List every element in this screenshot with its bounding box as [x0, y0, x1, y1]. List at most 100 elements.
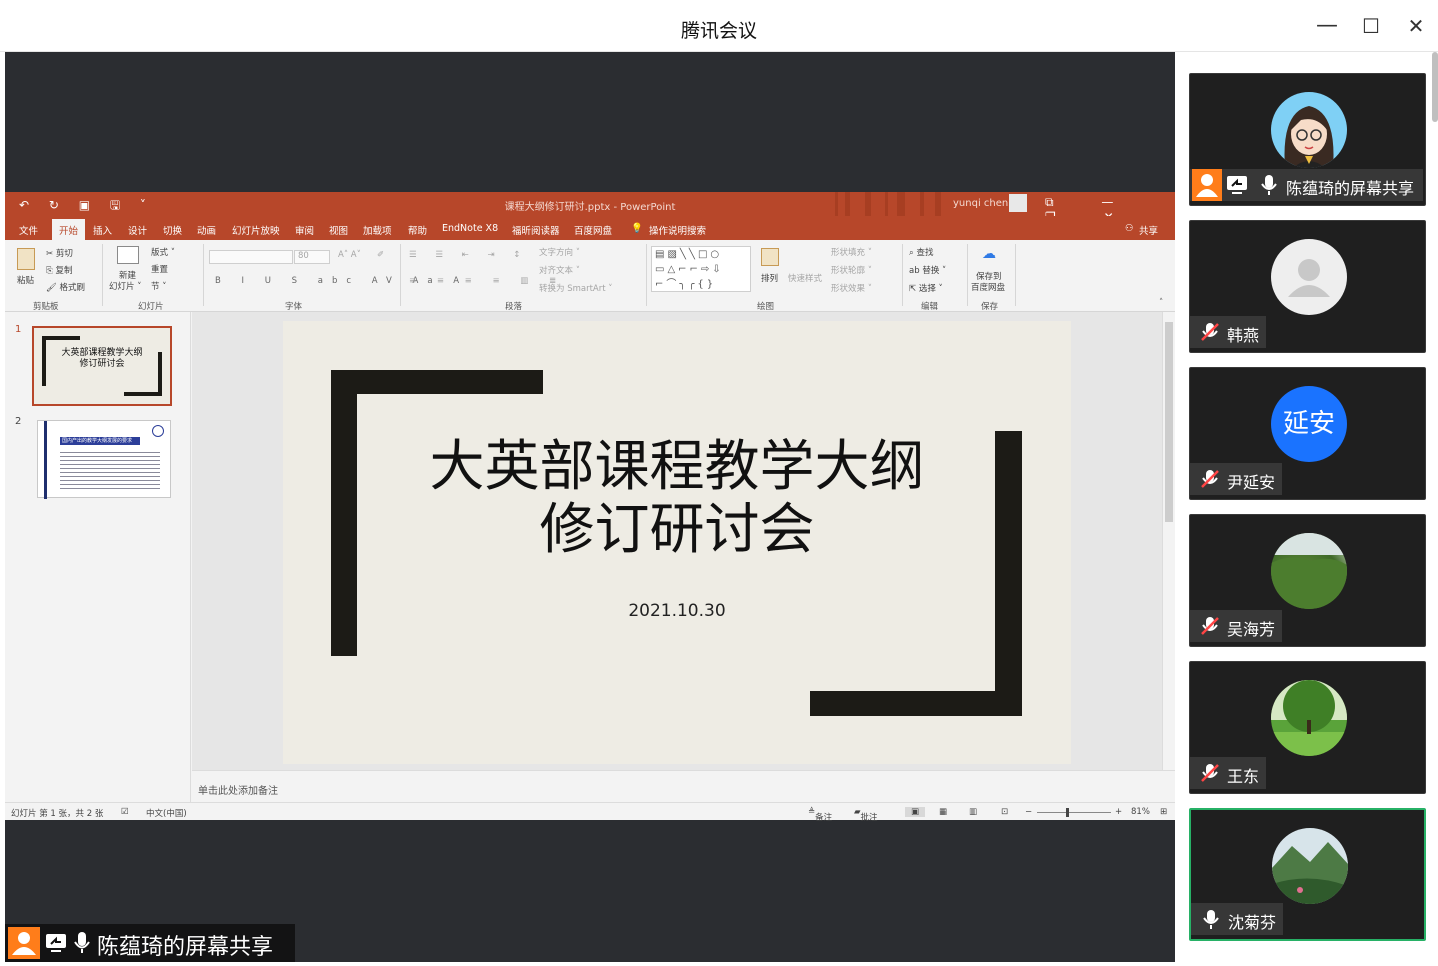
slide-title-line-2: 修订研讨会 [539, 497, 815, 561]
slide-thumbnail-2[interactable]: 国内产出的教学大纲发展的要求 [37, 420, 171, 499]
maximize-button[interactable]: ☐ [1355, 12, 1387, 40]
comments-toggle[interactable]: ▰ 批注 [854, 807, 878, 823]
convert-smartart-button[interactable]: 转换为 SmartArt ˅ [539, 282, 613, 294]
normal-view-icon[interactable]: ▣ [905, 807, 925, 817]
group-slides: 幻灯片 [138, 302, 164, 312]
slide-count-status: 幻灯片 第 1 张，共 2 张 [11, 809, 104, 819]
zoom-level[interactable]: 81% [1131, 807, 1150, 817]
participant-name: 尹延安 [1227, 473, 1276, 492]
language-status[interactable]: 中文(中国) [146, 807, 187, 819]
participant-nameplate: 尹延安 [1190, 463, 1282, 495]
participant-tile[interactable]: 吴海芳 [1189, 514, 1426, 647]
arrange-icon[interactable] [761, 248, 779, 266]
find-button[interactable]: ⌕ 查找 [909, 246, 933, 258]
tab-slideshow[interactable]: 幻灯片放映 [232, 223, 280, 237]
tab-help[interactable]: 帮助 [408, 223, 427, 237]
slideshow-view-icon[interactable]: ⊡ [1001, 807, 1008, 817]
participant-tile[interactable]: 延安 尹延安 [1189, 367, 1426, 500]
collapse-ribbon-icon[interactable]: ˄ [1159, 298, 1163, 308]
notes-pane[interactable]: 单击此处添加备注 [192, 770, 1175, 802]
tab-view[interactable]: 视图 [329, 223, 348, 237]
clear-format-icon[interactable]: ✐ [377, 250, 384, 260]
replace-button[interactable]: ab 替换 ˅ [909, 264, 946, 276]
tab-file[interactable]: 文件 [19, 223, 38, 237]
muted-microphone-icon [1201, 764, 1219, 782]
current-slide[interactable]: 大英部课程教学大纲 修订研讨会 2021.10.30 [283, 321, 1071, 764]
participant-tile[interactable]: 韩燕 [1189, 220, 1426, 353]
tell-me-search[interactable]: 操作说明搜索 [649, 223, 706, 237]
quick-styles-button[interactable]: 快速样式 [788, 272, 822, 284]
tab-review[interactable]: 审阅 [295, 223, 314, 237]
paste-icon[interactable] [17, 248, 35, 270]
thumb2-logo [152, 425, 164, 437]
format-painter-label: 格式刷 [59, 283, 86, 293]
paste-button[interactable]: 粘贴 [17, 274, 34, 286]
font-grow-shrink[interactable]: A˄ A˅ [338, 250, 361, 260]
align-text-button[interactable]: 对齐文本 ˅ [539, 264, 580, 276]
grass-photo-avatar [1271, 533, 1347, 609]
new-slide-icon[interactable] [117, 246, 139, 264]
tab-addins[interactable]: 加载项 [363, 223, 392, 237]
slide-vertical-scrollbar[interactable] [1162, 312, 1175, 770]
fit-to-window-icon[interactable]: ⊞ [1160, 807, 1167, 817]
zoom-in-button[interactable]: + [1115, 807, 1122, 817]
shape-fill-button[interactable]: 形状填充 ˅ [831, 246, 872, 258]
share-button[interactable]: 共享 [1139, 223, 1158, 237]
font-size-select[interactable]: 80 [294, 250, 330, 264]
group-drawing: 绘图 [757, 302, 775, 312]
reset-button[interactable]: 重置 [151, 263, 168, 275]
cut-button[interactable]: ✂ 剪切 [46, 247, 73, 259]
copy-button[interactable]: ⎘ 复制 [46, 264, 73, 276]
baidu-cloud-icon[interactable]: ☁ [982, 246, 996, 262]
tab-foxit[interactable]: 福昕阅读器 [512, 223, 560, 237]
minimize-button[interactable]: — [1311, 12, 1343, 40]
font-name-select[interactable] [209, 250, 293, 264]
find-label: 查找 [916, 248, 934, 258]
ppt-user-name[interactable]: yunqi chen [953, 198, 1008, 209]
list-buttons[interactable]: ☰ ☰ ⇤ ⇥ ↕ [409, 250, 528, 260]
notes-label: 备注 [815, 813, 833, 823]
new-slide-label-2[interactable]: 幻灯片 ˅ [109, 280, 141, 292]
select-button[interactable]: ⇱ 选择 ˅ [909, 282, 943, 294]
slide-editing-area: 大英部课程教学大纲 修订研讨会 2021.10.30 [192, 312, 1162, 770]
zoom-out-button[interactable]: − [1025, 807, 1032, 817]
participant-nameplate: 吴海芳 [1190, 610, 1282, 642]
baidu-label[interactable]: 百度网盘 [971, 281, 1005, 293]
tab-baidu[interactable]: 百度网盘 [574, 223, 612, 237]
layout-button[interactable]: 版式 ˅ [151, 246, 175, 258]
scrollbar-thumb[interactable] [1165, 322, 1173, 522]
notes-toggle[interactable]: ≜ 备注 [808, 807, 832, 823]
ppt-user-avatar[interactable] [1009, 194, 1027, 212]
separator [902, 244, 903, 306]
slide-sorter-icon[interactable]: ▦ [939, 807, 947, 817]
text-direction-button[interactable]: 文字方向 ˅ [539, 246, 580, 258]
copy-label: 复制 [55, 266, 73, 276]
tab-design[interactable]: 设计 [128, 223, 147, 237]
slide-thumbnail-1[interactable]: 大英部课程教学大纲修订研讨会 [32, 326, 172, 406]
tab-animations[interactable]: 动画 [197, 223, 216, 237]
reading-view-icon[interactable]: ▥ [969, 807, 977, 817]
participant-tile[interactable]: 陈蕴琦的屏幕共享 [1189, 73, 1426, 206]
separator [646, 244, 647, 306]
close-button[interactable]: ✕ [1400, 12, 1432, 40]
zoom-slider-handle[interactable] [1066, 808, 1069, 817]
shape-effects-button[interactable]: 形状效果 ˅ [831, 282, 872, 294]
slide-title: 大英部课程教学大纲 修订研讨会 [283, 435, 1071, 561]
tab-endnote[interactable]: EndNote X8 [442, 223, 498, 234]
participant-tile-speaking[interactable]: 沈菊芬 [1189, 808, 1426, 941]
share-label-text: 陈蕴琦的屏幕共享 [97, 935, 274, 960]
window-title: 腾讯会议 [680, 20, 757, 42]
arrange-button[interactable]: 排列 [761, 272, 778, 284]
format-painter-button[interactable]: 🖌 格式刷 [46, 281, 85, 293]
group-clipboard: 剪贴板 [33, 302, 59, 312]
shapes-gallery[interactable]: ▤▧╲╲□○ ▭△⌐⌐⇨⇩ ⌐⌒╮╭{} [651, 246, 751, 292]
comments-label: 批注 [860, 813, 878, 823]
panel-scrollbar[interactable] [1432, 52, 1438, 122]
shape-outline-button[interactable]: 形状轮廓 ˅ [831, 264, 872, 276]
zoom-slider[interactable] [1037, 812, 1111, 813]
section-button[interactable]: 节 ˅ [151, 280, 166, 292]
tab-insert[interactable]: 插入 [93, 223, 112, 237]
spellcheck-icon[interactable]: ☑ [121, 807, 129, 817]
participant-tile[interactable]: 王东 [1189, 661, 1426, 794]
tab-transitions[interactable]: 切换 [163, 223, 182, 237]
